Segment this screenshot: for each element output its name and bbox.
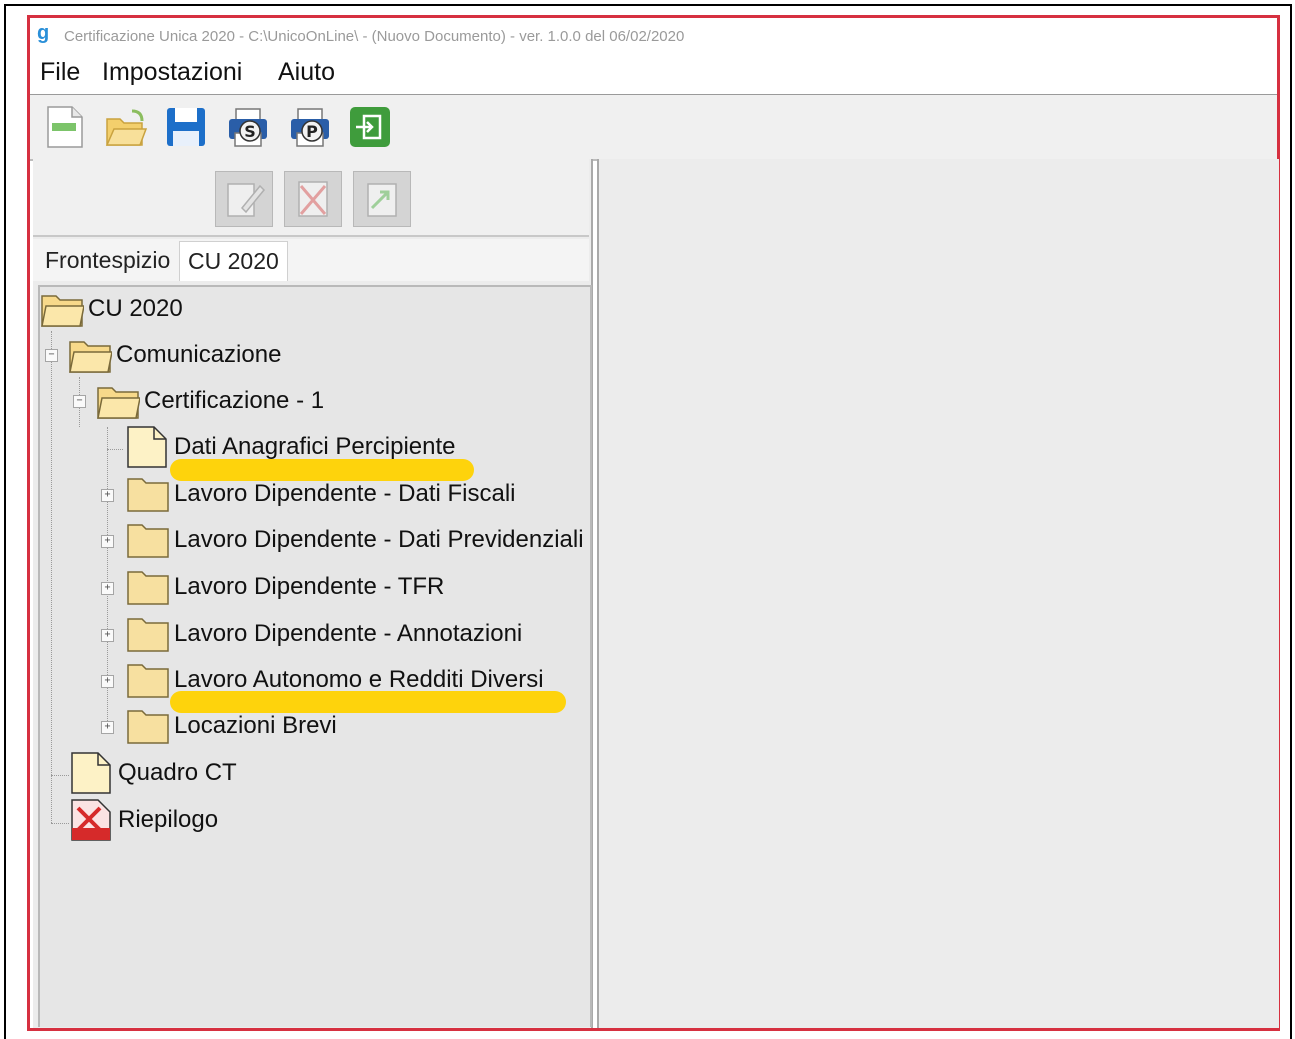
tree-node-label: Comunicazione [116,341,282,368]
folder-icon [127,478,169,512]
outer-frame-top [4,4,1292,6]
tree-connector [51,775,69,776]
content-pane [597,159,1279,1028]
outer-frame-left [4,4,6,1039]
tree-node-root[interactable]: CU 2020 [40,287,183,331]
collapse-toggle[interactable]: − [45,349,58,362]
tab-strip: Frontespizio CU 2020 [33,239,589,281]
tree-node-label: Quadro CT [118,759,237,786]
tree-node-certificazione[interactable]: Certificazione - 1 [96,379,324,423]
main-toolbar: S P [30,95,1277,161]
tree-node-label: Lavoro Dipendente - Dati Fiscali [174,480,516,507]
folder-icon [127,664,169,698]
expand-toggle[interactable]: + [101,675,114,688]
svg-text:P: P [306,122,318,141]
tab-cu-2020[interactable]: CU 2020 [179,241,288,281]
expand-toggle[interactable]: + [101,535,114,548]
folder-icon [127,710,169,744]
folder-open-icon [41,295,84,327]
tab-frontespizio[interactable]: Frontespizio [37,241,178,281]
tree-node-label: Riepilogo [118,806,219,833]
menu-aiuto[interactable]: Aiuto [278,58,335,87]
expand-toggle[interactable]: + [101,629,114,642]
window-title: Certificazione Unica 2020 - C:\UnicoOnLi… [64,28,685,45]
summary-report-icon [71,799,111,841]
tree-node-ld-tfr[interactable]: Lavoro Dipendente - TFR [126,565,444,609]
folder-icon [127,571,169,605]
collapse-toggle[interactable]: − [73,395,86,408]
print-p-icon[interactable]: P [288,105,332,149]
expand-toggle[interactable]: + [101,721,114,734]
folder-icon [127,524,169,558]
highlight-underline [170,691,566,713]
tree-node-label: Certificazione - 1 [144,387,325,414]
tree-node-label: Dati Anagrafici Percipiente [174,433,456,460]
print-s-icon[interactable]: S [226,105,270,149]
expand-toggle[interactable]: + [101,582,114,595]
tree-node-label: Lavoro Dipendente - TFR [174,573,445,600]
app-window: g Certificazione Unica 2020 - C:\UnicoOn… [27,15,1280,1031]
tree-node-label: Lavoro Autonomo e Redditi Diversi [174,666,544,693]
new-document-icon[interactable] [42,105,86,149]
tree-node-quadro-ct[interactable]: Quadro CT [70,751,237,795]
export-icon[interactable] [353,171,411,227]
tree-node-label: CU 2020 [88,295,183,322]
svg-text:S: S [244,122,256,141]
tree-node-label: Lavoro Dipendente - Dati Previdenziali [174,526,584,553]
folder-open-icon [69,341,112,373]
tree-toolbar [33,159,589,237]
folder-open-icon [97,387,140,419]
edit-icon[interactable] [215,171,273,227]
tree-node-label: Lavoro Dipendente - Annotazioni [174,620,523,647]
highlight-underline [170,459,474,481]
document-icon [71,752,111,794]
app-logo-icon: g [37,22,50,44]
folder-icon [127,618,169,652]
delete-icon[interactable] [284,171,342,227]
tree-node-riepilogo[interactable]: Riepilogo [70,798,218,842]
navigation-pane: Frontespizio CU 2020 CU 2020 − Comunicaz… [33,159,593,1028]
exit-icon[interactable] [348,105,392,149]
tree-connector [51,823,69,824]
save-icon[interactable] [164,105,208,149]
menu-impostazioni[interactable]: Impostazioni [102,58,242,87]
menu-file[interactable]: File [40,58,80,87]
outer-frame-right [1290,4,1292,1039]
document-tree: CU 2020 − Comunicazione − Certificazione… [38,285,592,1027]
tree-connector [107,449,123,450]
tree-node-ld-dati-previdenziali[interactable]: Lavoro Dipendente - Dati Previdenziali [126,518,584,562]
tree-node-ld-annotazioni[interactable]: Lavoro Dipendente - Annotazioni [126,612,522,656]
document-icon [127,426,167,468]
tree-connector [51,331,52,823]
tree-node-comunicazione[interactable]: Comunicazione [68,333,281,377]
open-folder-icon[interactable] [104,105,148,149]
tree-node-label: Locazioni Brevi [174,712,337,739]
expand-toggle[interactable]: + [101,489,114,502]
menu-bar: File Impostazioni Aiuto [30,56,1277,95]
title-bar: g Certificazione Unica 2020 - C:\UnicoOn… [30,18,1277,58]
